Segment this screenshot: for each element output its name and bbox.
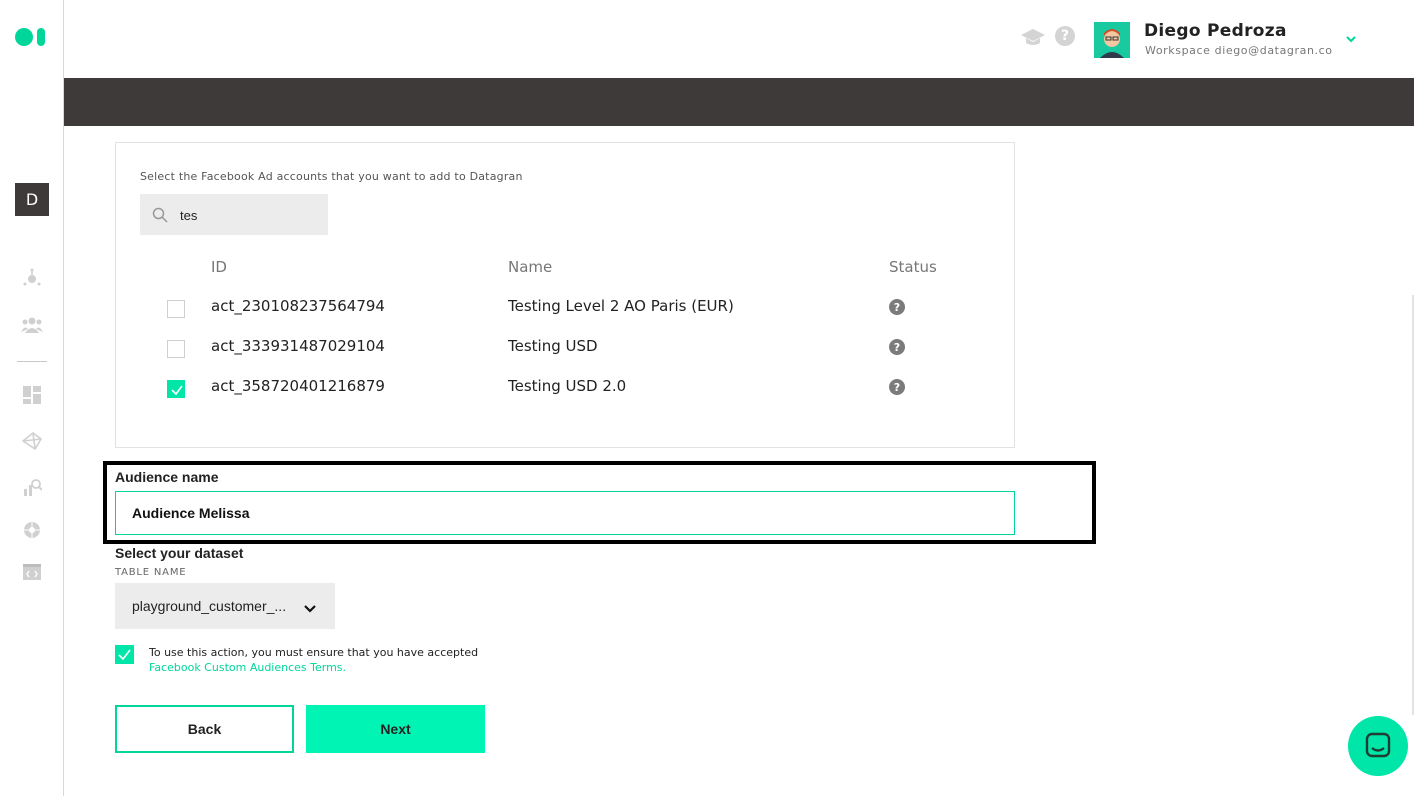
status-help-icon[interactable]: ? bbox=[889, 299, 905, 315]
users-icon[interactable] bbox=[21, 314, 43, 336]
status-help-icon[interactable]: ? bbox=[889, 339, 905, 355]
row-checkbox[interactable] bbox=[167, 340, 185, 358]
gear-icon[interactable] bbox=[21, 519, 43, 541]
help-icon[interactable]: ? bbox=[1055, 26, 1075, 46]
column-header-id: ID bbox=[211, 258, 227, 276]
search-icon bbox=[152, 207, 168, 227]
row-checkbox[interactable] bbox=[167, 380, 185, 398]
sidebar-divider bbox=[17, 361, 47, 362]
network-icon[interactable] bbox=[21, 266, 43, 288]
account-id: act_358720401216879 bbox=[211, 377, 385, 395]
left-sidebar: D bbox=[0, 0, 64, 796]
chevron-down-icon[interactable] bbox=[1344, 31, 1358, 50]
audience-name-field[interactable] bbox=[115, 491, 1015, 535]
graph-icon[interactable] bbox=[21, 430, 43, 452]
terms-text: To use this action, you must ensure that… bbox=[149, 645, 478, 675]
back-button[interactable]: Back bbox=[115, 705, 294, 753]
accounts-hint: Select the Facebook Ad accounts that you… bbox=[140, 170, 523, 183]
table-select[interactable]: playground_customer_... bbox=[115, 583, 335, 629]
chat-support-button[interactable] bbox=[1348, 716, 1408, 776]
dataset-label: Select your dataset bbox=[115, 545, 244, 561]
account-name: Testing USD bbox=[508, 337, 598, 355]
avatar[interactable] bbox=[1094, 22, 1130, 58]
ad-accounts-panel: Select the Facebook Ad accounts that you… bbox=[115, 142, 1015, 448]
dashboard-icon[interactable] bbox=[21, 384, 43, 406]
analytics-icon[interactable] bbox=[21, 476, 43, 498]
row-checkbox[interactable] bbox=[167, 300, 185, 318]
user-name[interactable]: Diego Pedroza bbox=[1144, 21, 1287, 41]
checkmark-icon bbox=[171, 385, 183, 396]
audience-label: Audience name bbox=[115, 469, 219, 485]
checkmark-icon bbox=[118, 649, 131, 661]
code-icon[interactable] bbox=[21, 561, 43, 583]
audience-name-input[interactable] bbox=[116, 492, 1014, 534]
table-select-value: playground_customer_... bbox=[132, 598, 287, 614]
search-input[interactable] bbox=[180, 205, 320, 225]
table-name-label: TABLE NAME bbox=[115, 567, 187, 578]
account-id: act_333931487029104 bbox=[211, 337, 385, 355]
column-header-status: Status bbox=[889, 258, 937, 276]
table-row[interactable]: act_358720401216879 Testing USD 2.0 ? bbox=[116, 373, 1014, 413]
page-title-bar bbox=[64, 78, 1414, 126]
account-name: Testing Level 2 AO Paris (EUR) bbox=[508, 297, 734, 315]
next-button[interactable]: Next bbox=[306, 705, 485, 753]
account-id: act_230108237564794 bbox=[211, 297, 385, 315]
terms-link[interactable]: Facebook Custom Audiences Terms. bbox=[149, 660, 478, 675]
column-header-name: Name bbox=[508, 258, 553, 276]
workspace-badge[interactable]: D bbox=[15, 183, 49, 216]
graduation-cap-icon[interactable] bbox=[1020, 27, 1046, 51]
chat-icon bbox=[1365, 732, 1391, 758]
table-row[interactable]: act_230108237564794 Testing Level 2 AO P… bbox=[116, 293, 1014, 333]
top-header: ? Diego Pedroza Workspace diego@datagran… bbox=[64, 0, 1414, 78]
user-workspace: Workspace diego@datagran.co bbox=[1145, 44, 1333, 57]
table-row[interactable]: act_333931487029104 Testing USD ? bbox=[116, 333, 1014, 373]
accounts-search[interactable] bbox=[140, 194, 328, 235]
terms-statement: To use this action, you must ensure that… bbox=[149, 646, 479, 659]
status-help-icon[interactable]: ? bbox=[889, 379, 905, 395]
terms-checkbox[interactable] bbox=[115, 645, 134, 664]
datagran-logo[interactable] bbox=[15, 28, 47, 46]
chevron-down-icon bbox=[303, 600, 317, 619]
account-name: Testing USD 2.0 bbox=[508, 377, 627, 395]
